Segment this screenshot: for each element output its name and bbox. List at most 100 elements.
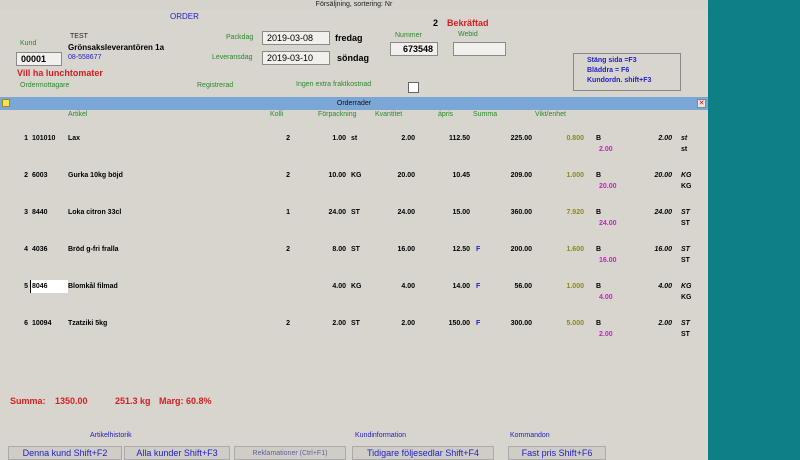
weight-value: 1.600 (566, 246, 584, 253)
row-number: 5 (24, 283, 28, 290)
quantity-value: 2.00 (401, 320, 415, 327)
weight-value: 1.000 (566, 283, 584, 290)
denna-kund-button[interactable]: Denna kund Shift+F2 (8, 446, 122, 460)
col-kolli: Kolli (270, 111, 284, 118)
kund-label: Kund (20, 40, 37, 47)
article-code: 101010 (32, 135, 56, 142)
right-unit: KG (681, 172, 692, 179)
article-code: 8046 (32, 283, 48, 290)
quantity-value: 2.00 (401, 135, 415, 142)
leveransdag-label: Leveransdag (212, 54, 253, 61)
row-number: 6 (24, 320, 28, 327)
unit-value: st (351, 135, 358, 142)
right-qty: 2.00 (658, 320, 672, 327)
row-number: 3 (24, 209, 28, 216)
weight-value: 1.000 (566, 172, 584, 179)
window-title: Försäljning, sortering: Nr (0, 0, 708, 10)
forpackning-value: 24.00 (328, 209, 346, 216)
packdag-label: Packdag (226, 34, 254, 41)
fast-pris-button[interactable]: Fast pris Shift+F6 (508, 446, 606, 460)
packdag-field[interactable]: 2019-03-08 (262, 31, 330, 45)
article-code: 4036 (32, 246, 48, 253)
status-number: 2 (433, 18, 439, 28)
nummer-field[interactable]: 673548 (390, 42, 438, 56)
status-badge: Bekräftad (447, 18, 489, 28)
alla-kunder-button[interactable]: Alla kunder Shift+F3 (124, 446, 230, 460)
right-unit: KG (681, 283, 692, 290)
b-marker: B (596, 135, 602, 142)
right-qty: 2.00 (658, 135, 672, 142)
kolli-value: 2 (286, 135, 290, 142)
customer-name: TEST (70, 33, 88, 40)
ordermottagare-label: Ordermottagare (20, 82, 70, 89)
customer-company: Grönsaksleverantören 1a (68, 43, 165, 52)
section-artikelhistorik: Artikelhistorik (90, 432, 132, 439)
b-sub-value: 20.00 (599, 183, 617, 190)
row-number: 4 (24, 246, 28, 253)
article-name: Loka citron 33cl (68, 209, 122, 216)
sum-value: 56.00 (514, 283, 532, 290)
article-name: Blomkål filmad (68, 283, 118, 290)
fixed-price-flag: F (476, 320, 481, 327)
tidigare-foljesedlar-button[interactable]: Tidigare följesedlar Shift+F4 (352, 446, 494, 460)
customer-phone: 08-558677 (68, 54, 102, 61)
right-qty: 16.00 (654, 246, 672, 253)
registrerad-label: Registrerad (197, 82, 234, 89)
kolli-value: 2 (286, 246, 290, 253)
leveransdag-field[interactable]: 2019-03-10 (262, 51, 330, 65)
quantity-value: 16.00 (397, 246, 415, 253)
nummer-label: Nummer (395, 32, 422, 39)
price-value: 15.00 (452, 209, 470, 216)
right-unit-2: ST (681, 331, 690, 338)
forpackning-value: 8.00 (332, 246, 346, 253)
sum-value: 200.00 (510, 246, 532, 253)
webid-label: Webid (458, 31, 478, 38)
col-vikt: Vikt/enhet (535, 111, 567, 118)
order-lines-titlebar: Orderrader (0, 97, 708, 110)
fraktkostnad-checkbox[interactable] (408, 82, 419, 93)
total-weight: 251.3 kg (115, 396, 151, 406)
article-name: Tzatziki 5kg (68, 320, 108, 327)
quantity-value: 24.00 (397, 209, 415, 216)
packdag-day: fredag (335, 33, 363, 43)
price-value: 14.00 (452, 283, 470, 290)
right-unit: ST (681, 209, 690, 216)
unit-value: ST (351, 209, 360, 216)
price-value: 10.45 (452, 172, 470, 179)
b-sub-value: 2.00 (599, 146, 613, 153)
kund-field[interactable]: 00001 (16, 52, 62, 66)
right-unit-2: ST (681, 220, 690, 227)
right-unit-2: ST (681, 257, 690, 264)
b-marker: B (596, 172, 602, 179)
forpackning-value: 4.00 (332, 283, 346, 290)
right-unit-2: KG (681, 183, 692, 190)
article-name: Lax (68, 135, 81, 142)
close-icon[interactable]: ✕ (697, 99, 706, 108)
weight-value: 0.800 (566, 135, 584, 142)
row-number: 1 (24, 135, 28, 142)
customer-note: Vill ha lunchtomater (17, 68, 103, 78)
quantity-value: 20.00 (397, 172, 415, 179)
right-unit: ST (681, 246, 690, 253)
weight-value: 7.920 (566, 209, 584, 216)
right-unit-2: KG (681, 294, 692, 301)
forpackning-value: 1.00 (332, 135, 346, 142)
unit-value: ST (351, 320, 360, 327)
webid-field[interactable] (453, 42, 506, 56)
b-marker: B (596, 209, 602, 216)
unit-value: ST (351, 246, 360, 253)
unit-value: KG (351, 283, 362, 290)
article-name: Gurka 10kg böjd (68, 172, 123, 179)
unit-value: KG (351, 172, 362, 179)
kolli-value: 2 (286, 320, 290, 327)
price-value: 12.50 (452, 246, 470, 253)
row-number: 2 (24, 172, 28, 179)
b-marker: B (596, 320, 602, 327)
fraktkostnad-label: Ingen extra fraktkostnad (296, 81, 372, 88)
right-qty: 4.00 (658, 283, 672, 290)
leveransdag-day: söndag (337, 53, 370, 63)
kolli-value: 2 (286, 172, 290, 179)
window-menu-icon[interactable] (2, 99, 10, 107)
sum-value: 209.00 (510, 172, 532, 179)
reklamationer-button[interactable]: Reklamationer (Ctrl+F1) (234, 446, 346, 460)
